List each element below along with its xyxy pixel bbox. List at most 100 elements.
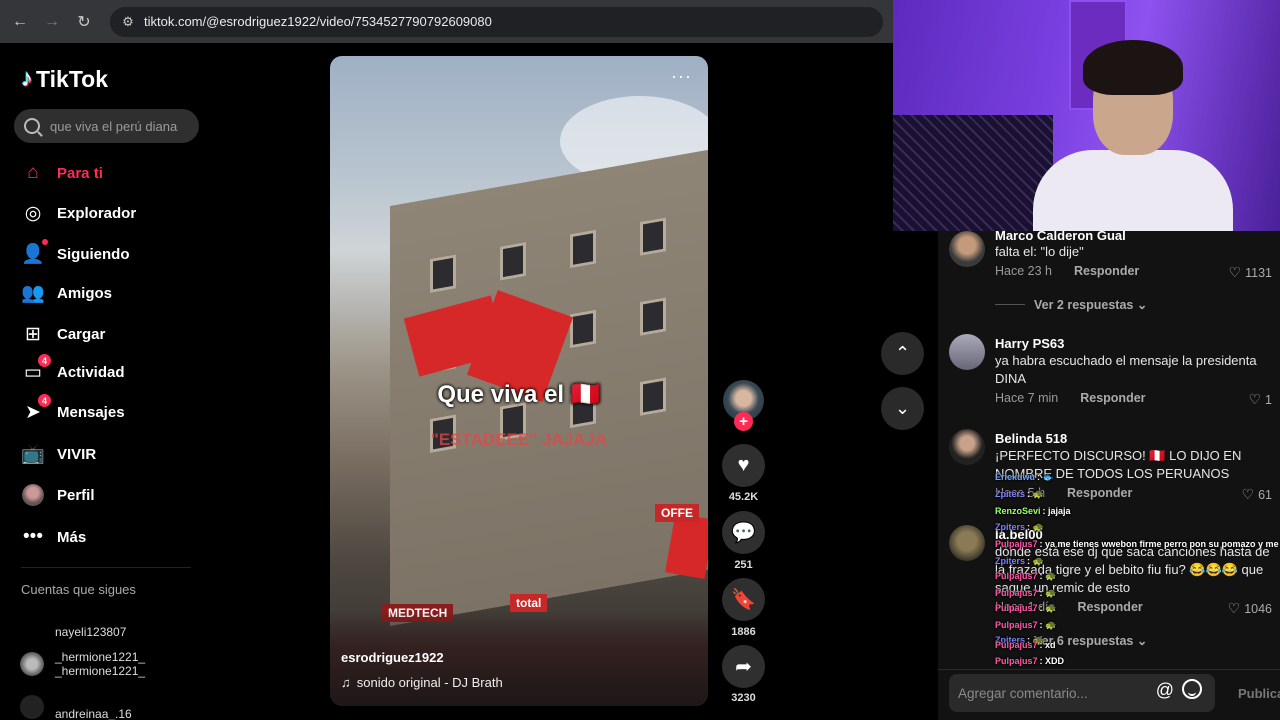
comment-like-count: 1046 bbox=[1244, 601, 1272, 616]
reply-button[interactable]: Responder bbox=[1067, 486, 1132, 500]
avatar[interactable] bbox=[949, 525, 985, 561]
friends-icon: 👥 bbox=[21, 283, 45, 304]
comment-like[interactable]: ♡ 1 bbox=[1248, 391, 1272, 408]
save-button[interactable]: 🔖 bbox=[722, 578, 765, 621]
video-caption: Que viva el 🇵🇪 bbox=[437, 381, 601, 408]
share-count: 3230 bbox=[731, 692, 756, 704]
chat-message: Pulpajus7: 🐢 bbox=[995, 571, 1056, 582]
followed-account[interactable]: andreinaa_.16 bbox=[20, 693, 132, 720]
avatar bbox=[20, 695, 44, 719]
publish-button[interactable]: Publicar bbox=[1238, 686, 1280, 701]
comment-input[interactable]: Agregar comentario... bbox=[949, 674, 1215, 712]
follow-plus-icon[interactable]: + bbox=[734, 412, 753, 431]
like-button[interactable]: ♥ bbox=[722, 444, 765, 487]
url-text[interactable]: tiktok.com/@esrodriguez1922/video/753452… bbox=[144, 14, 492, 29]
comment-time: Hace 23 h bbox=[995, 264, 1052, 278]
chevron-down-icon: ⌄ bbox=[894, 398, 911, 418]
chat-text: : 🐢 bbox=[1039, 620, 1057, 630]
messages-badge: 4 bbox=[38, 394, 51, 407]
comment-icon: 💬 bbox=[731, 522, 756, 544]
chat-message: Zpiters: 🐢 bbox=[995, 556, 1044, 567]
chat-text: : 🐢 bbox=[1027, 489, 1044, 499]
more-options-icon[interactable]: ··· bbox=[671, 66, 692, 87]
comments-panel: Marco Calderon Gual falta el: "lo dije" … bbox=[938, 231, 1280, 720]
sidebar-item-label: VIVIR bbox=[57, 445, 97, 463]
sidebar-item-mensajes[interactable]: ➤ 4 Mensajes bbox=[21, 394, 125, 426]
chat-message: Pulpajus7: 🐢 bbox=[995, 620, 1056, 631]
home-icon: ⌂ bbox=[27, 162, 39, 183]
site-settings-icon[interactable]: ⚙ bbox=[116, 14, 140, 30]
sidebar-item-perfil[interactable]: Perfil bbox=[21, 481, 95, 509]
emoji-icon[interactable] bbox=[1182, 679, 1202, 699]
reply-button[interactable]: Responder bbox=[1077, 600, 1142, 614]
person-hair bbox=[1083, 40, 1183, 95]
followed-account[interactable]: _hermione1221_ _hermione1221_ bbox=[20, 650, 145, 678]
store-sign: OFFE bbox=[655, 504, 699, 522]
chat-text: : 🐢 bbox=[1039, 588, 1057, 598]
sidebar-item-para-ti[interactable]: ⌂ Para ti bbox=[21, 159, 103, 187]
more-icon: ••• bbox=[23, 526, 43, 547]
profile-avatar bbox=[21, 483, 45, 507]
address-bar[interactable]: ⚙ tiktok.com/@esrodriguez1922/video/7534… bbox=[110, 6, 883, 37]
save-count: 1886 bbox=[731, 626, 756, 638]
sidebar-item-amigos[interactable]: 👥 Amigos bbox=[21, 279, 112, 307]
video-author[interactable]: esrodriguez1922 bbox=[341, 650, 444, 665]
previous-video-button[interactable]: ⌃ bbox=[881, 332, 924, 375]
comment-like[interactable]: ♡ 1131 bbox=[1229, 264, 1272, 281]
share-button[interactable]: ➦ bbox=[722, 645, 765, 688]
sidebar-item-mas[interactable]: ••• Más bbox=[21, 523, 86, 551]
store-sign: total bbox=[510, 594, 548, 612]
chat-text: : XDD bbox=[1039, 656, 1065, 666]
sidebar-item-explorador[interactable]: ◎ Explorador bbox=[21, 199, 136, 227]
avatar[interactable] bbox=[949, 231, 985, 267]
chat-text: : 🐢 bbox=[1027, 522, 1044, 532]
chat-username: Pulpajus7 bbox=[995, 640, 1038, 650]
mention-at-icon[interactable]: @ bbox=[1156, 680, 1174, 701]
heart-icon: ♥ bbox=[737, 454, 750, 476]
chat-username: Zpiters bbox=[995, 489, 1026, 499]
live-tv-icon: 📺 bbox=[21, 444, 45, 465]
chat-username: Pulpajus7 bbox=[995, 620, 1038, 630]
account-name: nayeli123807 bbox=[55, 625, 127, 639]
reply-button[interactable]: Responder bbox=[1074, 264, 1139, 278]
window bbox=[640, 217, 666, 256]
chat-message: Zpiters: 🐢 bbox=[995, 522, 1044, 533]
sidebar-item-label: Más bbox=[57, 528, 87, 546]
comment-author[interactable]: Marco Calderon Gual bbox=[995, 231, 1126, 243]
sidebar-item-label: Explorador bbox=[57, 204, 137, 222]
account-name: _hermione1221_ _hermione1221_ bbox=[55, 650, 146, 678]
messages-icon: ➤ 4 bbox=[21, 394, 51, 424]
comment-author[interactable]: Belinda 518 bbox=[995, 431, 1067, 446]
sidebar-item-cargar[interactable]: ⊞ Cargar bbox=[21, 320, 105, 348]
chat-text: : xd bbox=[1039, 640, 1056, 650]
forward-arrow-icon[interactable]: → bbox=[36, 6, 68, 38]
comment-like[interactable]: ♡ 1046 bbox=[1228, 600, 1272, 617]
reply-button[interactable]: Responder bbox=[1080, 391, 1145, 405]
next-video-button[interactable]: ⌄ bbox=[881, 387, 924, 430]
comment-author[interactable]: Harry PS63 bbox=[995, 336, 1064, 351]
window bbox=[640, 297, 666, 336]
sidebar-divider bbox=[21, 567, 191, 568]
avatar[interactable] bbox=[949, 334, 985, 370]
comment-like[interactable]: ♡ 61 bbox=[1242, 486, 1272, 503]
reload-icon[interactable]: ↻ bbox=[68, 6, 100, 38]
sidebar-item-siguiendo[interactable]: 👤 Siguiendo bbox=[21, 239, 130, 268]
chat-username: RenzoSevi bbox=[995, 506, 1041, 516]
tiktok-logo[interactable]: ♪ TikTok bbox=[21, 65, 108, 93]
back-arrow-icon[interactable]: ← bbox=[4, 6, 36, 38]
sidebar-item-vivir[interactable]: 📺 VIVIR bbox=[21, 440, 96, 468]
avatar[interactable] bbox=[949, 429, 985, 465]
sidebar-item-actividad[interactable]: ▭ 4 Actividad bbox=[21, 354, 125, 386]
screen: ← → ↻ ⚙ tiktok.com/@esrodriguez1922/vide… bbox=[0, 0, 1280, 720]
sidebar-item-label: Amigos bbox=[57, 284, 113, 302]
bookmark-icon: 🔖 bbox=[731, 589, 756, 611]
tiktok-note-icon: ♪ bbox=[21, 65, 33, 92]
search-input[interactable]: que viva el perú diana bbox=[14, 109, 199, 143]
view-replies-button[interactable]: Ver 2 respuestas ⌄ bbox=[995, 297, 1147, 312]
video-sound[interactable]: ♫ sonido original - DJ Brath bbox=[341, 675, 503, 690]
chat-username: Zpiters bbox=[995, 522, 1026, 532]
video-player[interactable]: Que viva el 🇵🇪 "ESTADEEE" JAJAJA MEDTECH… bbox=[330, 56, 708, 706]
followed-account[interactable]: nayeli123807 bbox=[20, 620, 126, 644]
activity-icon: ▭ 4 bbox=[21, 354, 51, 384]
comment-button[interactable]: 💬 bbox=[722, 511, 765, 554]
